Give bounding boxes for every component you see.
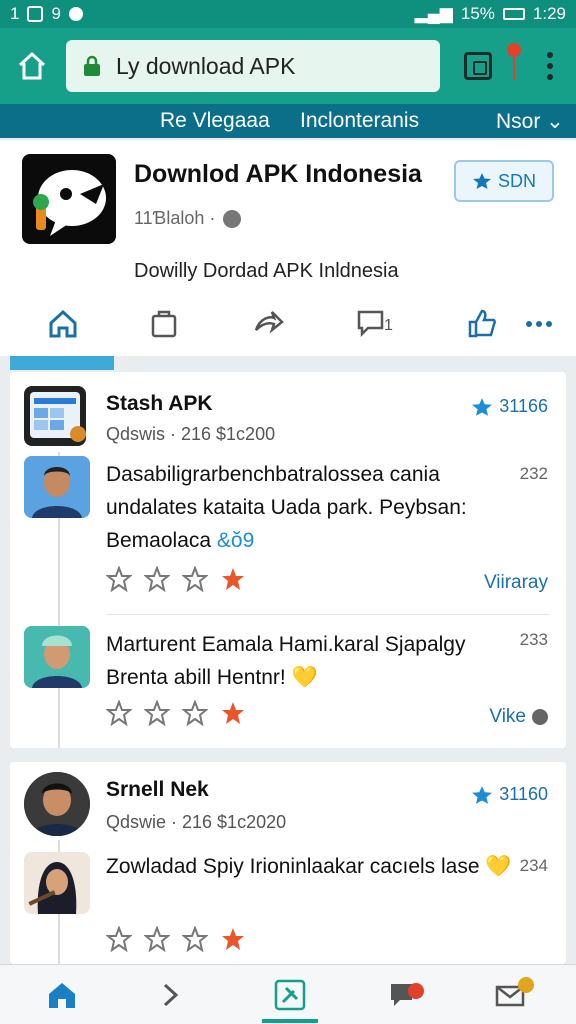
page-meta-text: 11Ɓlaloh · [134,208,216,228]
rating-stars[interactable] [106,566,246,592]
post-card: Srnell Nek Qdswie · 216 $1c2020 31160 Zo… [10,762,566,964]
follow-button[interactable]: SDN [454,160,554,202]
comment-emoji: 💛 [291,666,318,689]
star-filled-icon[interactable] [220,700,246,726]
gallery-icon [27,6,44,22]
profile-action-bar: 1 [0,302,576,346]
comment-text: Zowladad Spiy Irioninlaakar cacıels lase… [106,850,526,883]
globe-icon [223,209,242,228]
score-badge: 31160 [471,784,548,805]
star-outline-icon[interactable] [106,566,132,592]
url-text: Ly download APK [116,52,296,79]
bottom-navigation [0,964,576,1024]
home-icon[interactable] [48,308,78,340]
app-name[interactable]: Srnell Nek [106,778,209,802]
comment-count: 232 [519,464,548,483]
comment-body: Zowladad Spiy Irioninlaakar cacıels lase [106,855,480,878]
score-value: 31160 [499,784,548,804]
page-meta: 11Ɓlaloh · [134,208,242,229]
battery-icon [502,8,525,20]
star-icon [472,785,493,804]
puzzle-star-icon [472,173,491,189]
chevron-right-icon[interactable] [160,979,182,1011]
app-logo [22,154,116,244]
star-outline-icon[interactable] [144,926,170,952]
notification-badge [518,977,534,993]
rating-stars[interactable] [106,700,246,726]
address-bar[interactable]: Ly download APK [66,40,440,92]
star-outline-icon[interactable] [182,566,208,592]
reply-link[interactable]: Vike [489,706,548,728]
app-meta: Qdswis · 216 $1c200 [106,424,276,444]
page-profile-card: Downlod APK Indonesia 11Ɓlaloh · Dowilly… [0,140,576,356]
comment-icon[interactable]: 1 [356,308,396,340]
tab-3[interactable]: Nsor ⌄ [496,109,564,134]
star-filled-icon[interactable] [220,926,246,952]
star-outline-icon[interactable] [106,926,132,952]
battery-label: 15% [460,4,495,23]
reply-link[interactable]: Viiraray [484,572,548,594]
comment-count: 233 [519,630,548,649]
page-title: Downlod APK Indonesia [134,160,422,188]
tab-2[interactable]: Inclonteranis [300,109,419,133]
star-outline-icon[interactable] [106,700,132,726]
notification-badge [408,983,424,999]
more-dots-icon[interactable] [524,308,554,340]
star-outline-icon[interactable] [144,700,170,726]
post-card: Stash APK Qdswis · 216 $1c200 31166 Dasa… [10,372,566,748]
notification-number: 9 [51,4,61,23]
active-tab-indicator [262,1019,318,1023]
avatar[interactable] [24,626,90,688]
like-icon[interactable] [466,308,498,340]
app-thumbnail[interactable] [24,386,86,446]
follow-label: SDN [497,170,536,191]
signal-icon: ▂▄▆ [414,4,453,23]
home-icon[interactable] [16,50,48,82]
comment-body: Marturent Eamala Hami.karal Sjapalgy Bre… [106,633,466,689]
page-description: Dowilly Dordad APK Inldnesia [134,260,399,282]
home-icon[interactable] [46,979,78,1011]
score-value: 31166 [499,396,548,416]
comment-text: Dasabiligrarbenchbatralossea cania undal… [106,458,526,557]
svg-text:1: 1 [384,317,393,334]
browser-toolbar: Ly download APK [0,28,576,104]
lock-icon [84,55,100,76]
bag-icon[interactable] [150,308,180,340]
app-name[interactable]: Stash APK [106,392,213,416]
notification-count: 1 [10,4,20,23]
star-icon [472,397,493,416]
clock: 1:29 [532,4,566,23]
reply-link-label: Vike [489,706,526,727]
comment-emoji: &ŏ9 [216,529,255,552]
section-accent [10,356,114,370]
star-outline-icon[interactable] [144,566,170,592]
whatsapp-icon [68,7,83,21]
avatar[interactable] [24,772,90,836]
rating-stars[interactable] [106,926,246,952]
score-badge: 31166 [471,396,548,417]
notification-pin-icon[interactable] [506,42,522,82]
info-icon [532,709,548,725]
tools-icon[interactable] [274,979,306,1011]
share-icon[interactable] [252,308,284,340]
comment-body: Dasabiligrarbenchbatralossea cania undal… [106,463,467,552]
avatar[interactable] [24,456,90,518]
tab-1[interactable]: Re Vlegaaa [160,109,270,133]
star-filled-icon[interactable] [220,566,246,592]
more-menu-icon[interactable] [540,50,560,82]
comment-emoji: 💛 [485,855,512,878]
avatar[interactable] [24,852,90,914]
comment-text: Marturent Eamala Hami.karal Sjapalgy Bre… [106,628,526,694]
status-bar: 1 9 ▂▄▆ 15% 1:29 [0,0,576,28]
star-outline-icon[interactable] [182,926,208,952]
comment-divider [106,614,550,615]
comment-count: 234 [519,856,548,875]
category-tabs: Re Vlegaaa Inclonteranis Nsor ⌄ [0,104,576,138]
tabs-button[interactable] [464,52,492,80]
app-meta: Qdswie · 216 $1c2020 [106,812,287,832]
star-outline-icon[interactable] [182,700,208,726]
